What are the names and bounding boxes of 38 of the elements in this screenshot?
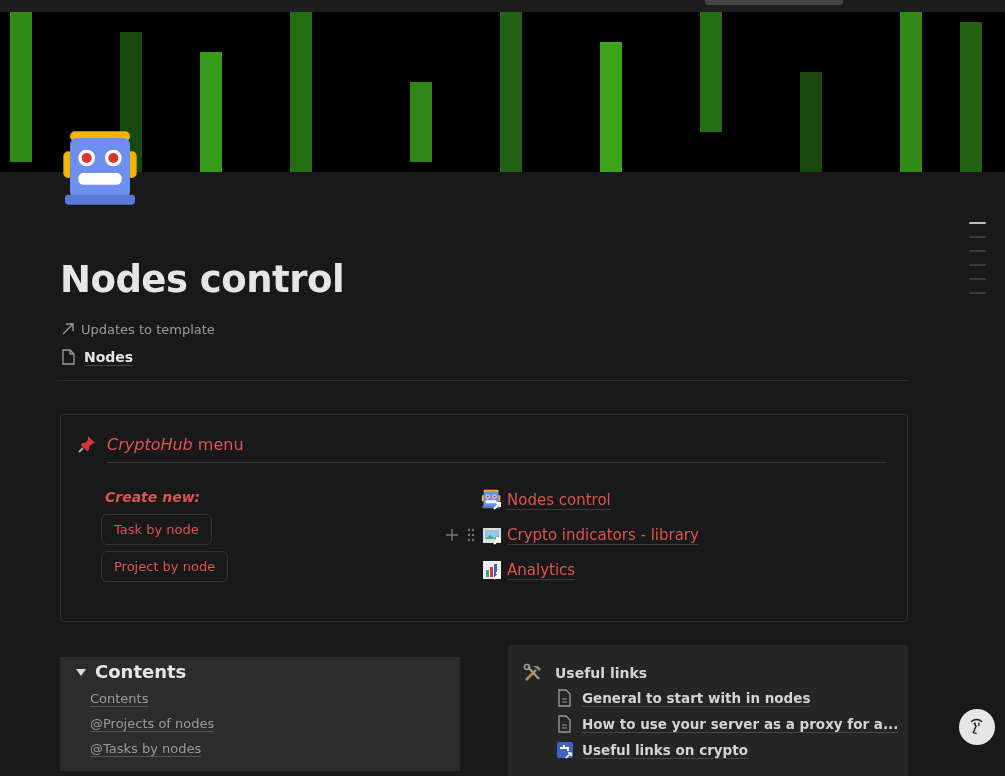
outline-marker[interactable]	[969, 264, 986, 266]
page-icon	[60, 349, 76, 365]
contents-link[interactable]: @Tasks by nodes	[90, 741, 202, 757]
page-title: Nodes control	[60, 257, 346, 303]
page-link[interactable]: Crypto indicators - library	[507, 525, 699, 545]
callout-heading: CryptoHub menu	[107, 431, 887, 463]
outline-marker[interactable]	[969, 222, 986, 224]
page-link[interactable]: Useful links on crypto	[582, 741, 748, 759]
contents-link[interactable]: @Projects of nodes	[90, 716, 215, 732]
hammer-wrench-icon	[523, 663, 543, 683]
template-button[interactable]: Project by node	[101, 551, 229, 582]
outline-marker[interactable]	[969, 278, 986, 280]
outline-marker[interactable]	[969, 236, 986, 238]
chart-link-icon	[481, 559, 503, 581]
robot-icon	[60, 128, 140, 208]
faucet-icon	[556, 741, 574, 759]
document-icon	[556, 715, 574, 733]
pushpin-icon	[77, 434, 97, 454]
card-title: Useful links	[555, 665, 648, 681]
create-label: Create new:	[105, 489, 201, 505]
contents-link[interactable]: Contents	[90, 691, 149, 707]
plus-icon	[445, 528, 459, 542]
arrow-icon	[60, 321, 76, 337]
page-link[interactable]: Nodes	[84, 348, 134, 366]
help-button[interactable]	[959, 709, 995, 745]
page-link[interactable]: General to start with in nodes	[582, 689, 811, 707]
drag-handle-icon	[467, 528, 475, 542]
page-link[interactable]: Updates to template	[81, 321, 215, 337]
document-icon	[556, 689, 574, 707]
scrollbar-thumb[interactable]	[705, 0, 843, 5]
page-link[interactable]: Analytics	[507, 560, 576, 580]
robot-link-icon	[481, 489, 503, 511]
outline-marker[interactable]	[969, 250, 986, 252]
template-button[interactable]: Task by node	[101, 514, 212, 545]
toggle-title: Contents	[95, 661, 187, 682]
page-link[interactable]: Nodes control	[507, 490, 611, 510]
outline-marker[interactable]	[969, 292, 986, 294]
page-link[interactable]: How to use your server as a proxy for a...	[582, 715, 899, 733]
